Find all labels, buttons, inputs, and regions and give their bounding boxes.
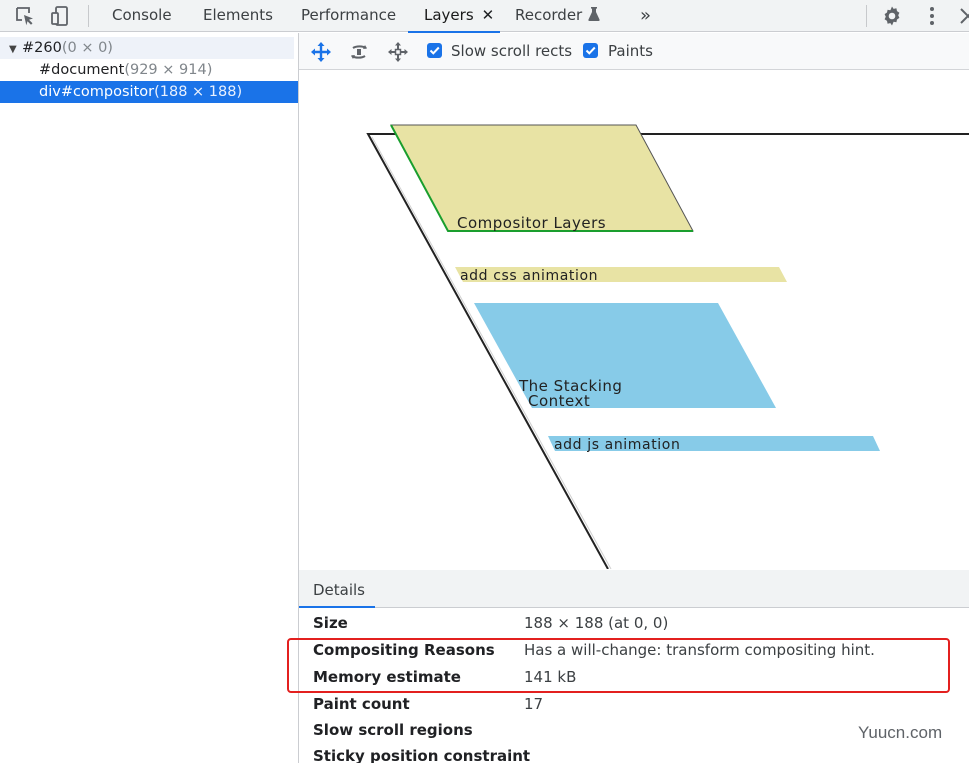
layer-name: #260 bbox=[22, 40, 62, 56]
flask-icon bbox=[588, 1, 600, 32]
layer-text-stacking-line2: Context bbox=[528, 392, 590, 410]
detail-key: Size bbox=[313, 614, 348, 632]
device-toggle-icon[interactable] bbox=[48, 4, 72, 28]
reset-transform-icon[interactable] bbox=[387, 41, 409, 63]
detail-key: Paint count bbox=[313, 695, 410, 713]
tree-item-document[interactable]: #document(929 × 914) bbox=[0, 59, 294, 81]
slow-scroll-rects-checkbox[interactable] bbox=[427, 43, 442, 58]
layer-dims: (929 × 914) bbox=[124, 62, 213, 78]
layers-toolbar: Slow scroll rects Paints bbox=[299, 33, 969, 70]
more-tabs-icon[interactable]: » bbox=[640, 0, 651, 32]
toolbar-separator bbox=[88, 5, 89, 27]
layer-name: #document bbox=[39, 62, 125, 78]
tab-layers-label: Layers bbox=[424, 6, 474, 24]
tab-recorder-label: Recorder bbox=[515, 6, 583, 24]
pan-mode-icon[interactable] bbox=[310, 41, 332, 63]
paints-checkbox[interactable] bbox=[583, 43, 598, 58]
layer-text-css-animation: add css animation bbox=[460, 268, 598, 284]
layer-tree: ▼ #260(0 × 0) #document(929 × 914) div#co… bbox=[0, 33, 298, 763]
layer-text-js-animation: add js animation bbox=[554, 437, 680, 453]
compositor-layer-plane[interactable]: Compositor Layers bbox=[390, 124, 694, 232]
js-animation-strip: add js animation bbox=[548, 436, 880, 453]
paints-label[interactable]: Paints bbox=[608, 41, 653, 61]
toolbar-separator bbox=[866, 5, 867, 27]
tree-item-root[interactable]: ▼ #260(0 × 0) bbox=[0, 37, 294, 59]
tree-item-compositor[interactable]: div#compositor(188 × 188) bbox=[0, 81, 298, 103]
detail-value: 188 × 188 (at 0, 0) bbox=[524, 614, 669, 632]
active-tab-indicator bbox=[299, 606, 375, 608]
expand-caret-icon[interactable]: ▼ bbox=[9, 39, 22, 61]
annotation-highlight-box bbox=[287, 638, 950, 693]
layers-3d-viewport[interactable]: Compositor Layers add css animation The … bbox=[299, 71, 969, 569]
tab-console[interactable]: Console bbox=[112, 0, 172, 32]
devtools-tabbar: Console Elements Performance Layers ✕ Rec… bbox=[0, 0, 969, 33]
layer-name: div#compositor bbox=[39, 84, 155, 100]
detail-key: Sticky position constraint bbox=[313, 747, 531, 763]
details-tabbar: Details bbox=[299, 570, 969, 608]
tab-recorder[interactable]: Recorder bbox=[515, 0, 600, 32]
layer-dims: (188 × 188) bbox=[154, 84, 243, 100]
kebab-menu-icon[interactable] bbox=[920, 4, 944, 28]
detail-value: 17 bbox=[524, 695, 544, 713]
inspect-element-icon[interactable] bbox=[13, 4, 37, 28]
tab-performance[interactable]: Performance bbox=[301, 0, 396, 32]
watermark: Yuucn.com bbox=[858, 723, 943, 742]
tab-elements[interactable]: Elements bbox=[203, 0, 273, 32]
tab-details[interactable]: Details bbox=[313, 570, 365, 608]
stacking-context-box: The Stacking Context bbox=[474, 303, 776, 410]
rotate-mode-icon[interactable] bbox=[348, 41, 370, 63]
settings-gear-icon[interactable] bbox=[880, 4, 904, 28]
detail-key: Slow scroll regions bbox=[313, 721, 473, 739]
close-devtools-icon[interactable] bbox=[956, 4, 969, 28]
layer-dims: (0 × 0) bbox=[61, 40, 113, 56]
slow-scroll-rects-label[interactable]: Slow scroll rects bbox=[451, 41, 572, 61]
css-animation-strip: add css animation bbox=[455, 267, 787, 284]
close-tab-icon[interactable]: ✕ bbox=[482, 6, 495, 24]
layer-text-compositor-layers: Compositor Layers bbox=[457, 214, 606, 232]
tab-layers[interactable]: Layers ✕ bbox=[408, 0, 500, 33]
